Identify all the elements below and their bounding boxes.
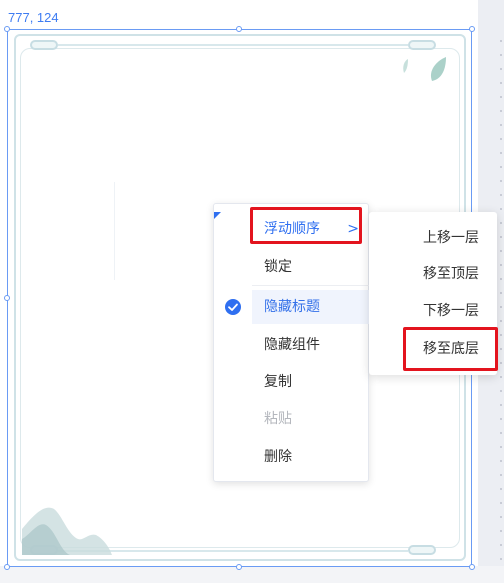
submenu-item-label: 上移一层	[423, 230, 479, 246]
menu-item-hide-component[interactable]: 隐藏组件	[252, 328, 369, 362]
highlight-box-float-order	[250, 207, 362, 244]
menu-item-delete[interactable]: 删除	[252, 440, 369, 474]
menu-item-label: 隐藏标题	[264, 299, 320, 315]
menu-corner-marker	[214, 212, 221, 219]
submenu-item-bring-to-front[interactable]: 移至顶层	[369, 256, 497, 292]
highlight-box-send-to-back	[403, 327, 498, 371]
menu-item-label: 隐藏组件	[264, 337, 320, 353]
menu-item-label: 复制	[264, 374, 292, 390]
menu-item-hide-title[interactable]: 隐藏标题	[252, 290, 369, 324]
rail-ruler-marks	[500, 40, 502, 563]
resize-handle-top-right[interactable]	[469, 26, 475, 32]
resize-handle-top-left[interactable]	[4, 26, 10, 32]
menu-divider	[252, 285, 369, 286]
check-circle-icon	[225, 299, 241, 315]
resize-handle-bottom[interactable]	[236, 564, 242, 570]
submenu-item-move-up[interactable]: 上移一层	[369, 220, 497, 256]
submenu-item-move-down[interactable]: 下移一层	[369, 293, 497, 329]
resize-handle-left[interactable]	[4, 295, 10, 301]
menu-item-copy[interactable]: 复制	[252, 365, 369, 399]
submenu-item-label: 移至顶层	[423, 266, 479, 282]
position-readout: 777, 124	[8, 10, 59, 25]
submenu-item-label: 下移一层	[423, 303, 479, 319]
menu-item-label: 粘贴	[264, 411, 292, 427]
resize-handle-top[interactable]	[236, 26, 242, 32]
menu-item-label: 删除	[264, 449, 292, 465]
context-menu: 浮动顺序 > 锁定 隐藏标题 隐藏组件 复制 粘贴 删除	[213, 203, 369, 482]
resize-handle-bottom-right[interactable]	[469, 564, 475, 570]
resize-handle-bottom-left[interactable]	[4, 564, 10, 570]
menu-item-label: 锁定	[264, 259, 292, 275]
menu-item-lock[interactable]: 锁定	[252, 250, 369, 284]
bottom-canvas-strip	[0, 566, 504, 583]
menu-item-paste[interactable]: 粘贴	[252, 402, 369, 436]
